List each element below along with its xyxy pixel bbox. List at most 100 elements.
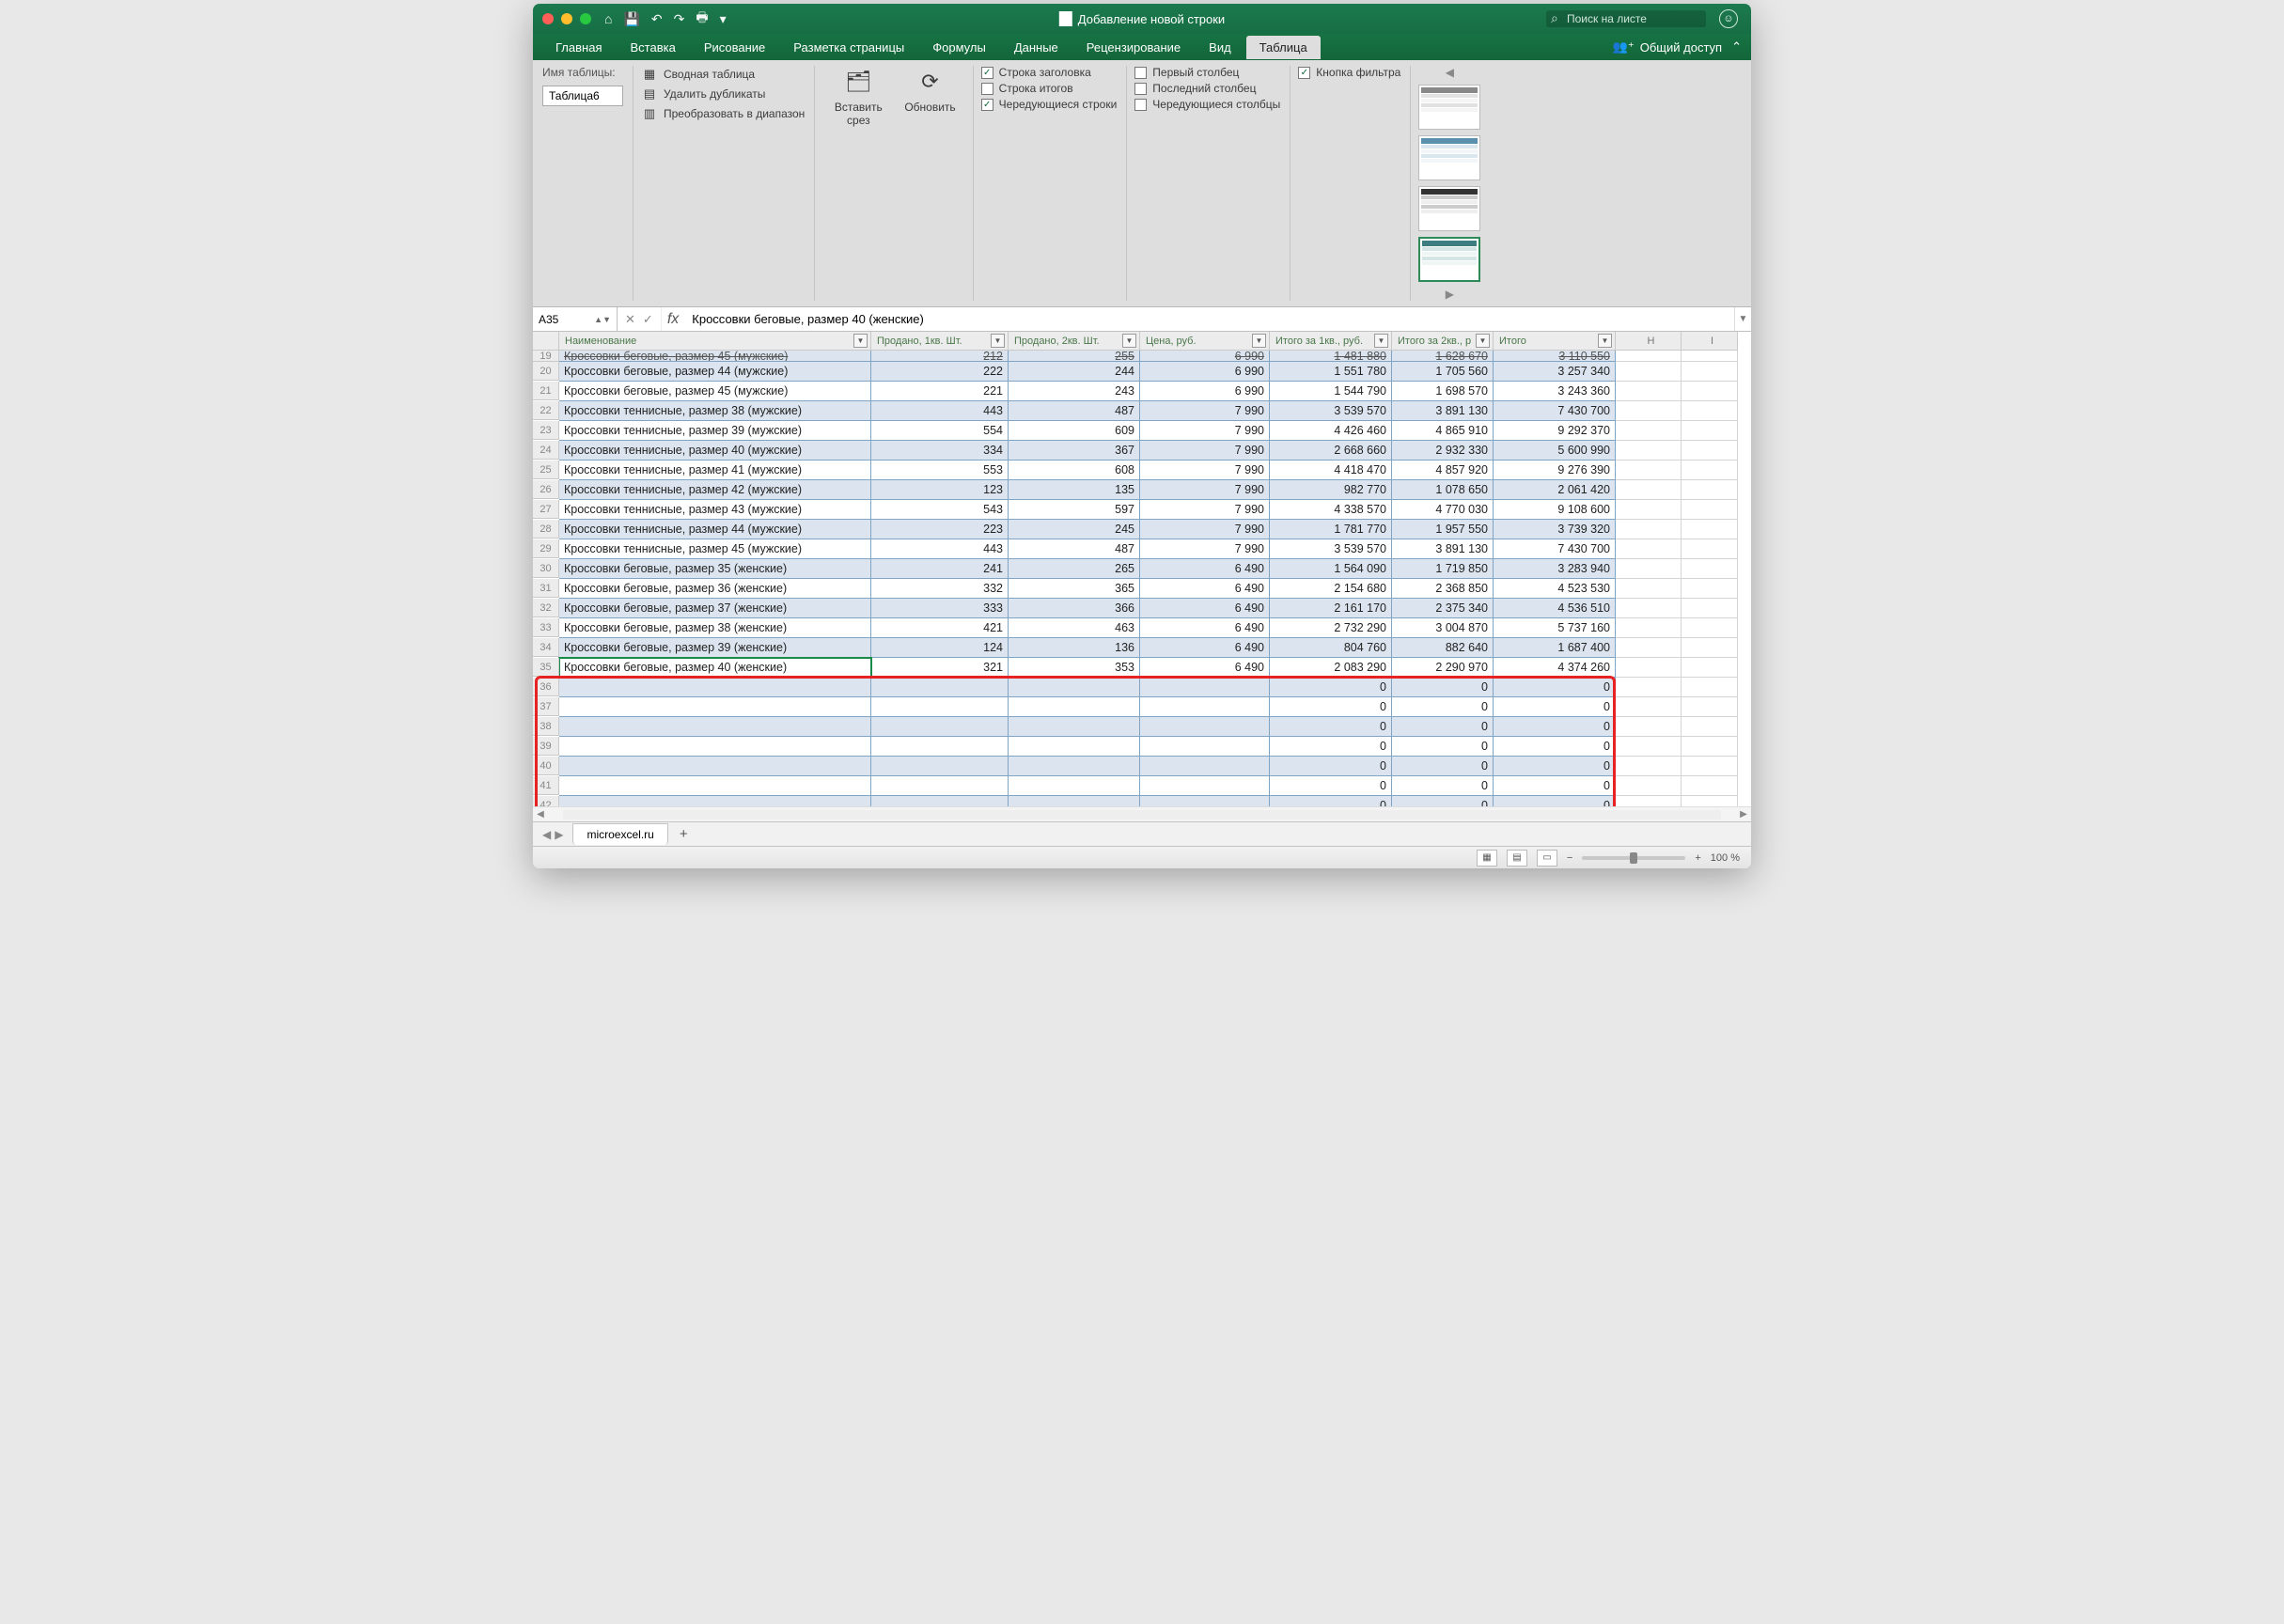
table-cell[interactable]: Кроссовки теннисные, размер 43 (мужские) bbox=[559, 500, 871, 520]
total-row-check[interactable]: Строка итогов bbox=[981, 82, 1118, 95]
table-cell[interactable]: 4 418 470 bbox=[1270, 461, 1392, 480]
table-cell[interactable]: 7 430 700 bbox=[1494, 539, 1616, 559]
tab-home[interactable]: Главная bbox=[542, 36, 615, 59]
table-cell[interactable]: 3 004 870 bbox=[1392, 618, 1494, 638]
table-cell[interactable]: 124 bbox=[871, 638, 1009, 658]
spreadsheet-grid[interactable]: Наименование▼Продано, 1кв. Шт.▼Продано, … bbox=[533, 332, 1751, 806]
column-header[interactable]: Цена, руб.▼ bbox=[1140, 332, 1270, 351]
filter-icon[interactable]: ▼ bbox=[1476, 334, 1490, 348]
tab-draw[interactable]: Рисование bbox=[691, 36, 778, 59]
tab-view[interactable]: Вид bbox=[1196, 36, 1244, 59]
table-cell[interactable]: 221 bbox=[871, 382, 1009, 401]
banded-rows-check[interactable]: Чередующиеся строки bbox=[981, 98, 1118, 111]
table-cell[interactable]: 6 490 bbox=[1140, 638, 1270, 658]
table-cell[interactable]: 443 bbox=[871, 401, 1009, 421]
column-header[interactable]: Итого за 2кв., р▼ bbox=[1392, 332, 1494, 351]
table-cell[interactable]: 7 990 bbox=[1140, 441, 1270, 461]
table-cell[interactable]: 7 990 bbox=[1140, 461, 1270, 480]
table-cell[interactable]: 2 161 170 bbox=[1270, 599, 1392, 618]
sheet-prev-icon[interactable]: ◀ bbox=[542, 828, 551, 841]
styles-prev-icon[interactable]: ◀ bbox=[1446, 66, 1454, 79]
table-cell[interactable]: 4 536 510 bbox=[1494, 599, 1616, 618]
filter-icon[interactable]: ▼ bbox=[1122, 334, 1136, 348]
search-input[interactable]: Поиск на листе bbox=[1546, 10, 1706, 27]
refresh-button[interactable]: ⟳ Обновить bbox=[897, 66, 962, 301]
table-cell[interactable]: 4 523 530 bbox=[1494, 579, 1616, 599]
name-box[interactable]: A35 ▲▼ bbox=[533, 307, 618, 331]
table-cell[interactable]: Кроссовки беговые, размер 40 (женские) bbox=[559, 658, 871, 678]
table-cell[interactable]: 1 698 570 bbox=[1392, 382, 1494, 401]
table-cell[interactable]: Кроссовки теннисные, размер 45 (мужские) bbox=[559, 539, 871, 559]
table-cell[interactable]: 135 bbox=[1009, 480, 1140, 500]
print-icon[interactable]: 🖶 bbox=[696, 8, 708, 30]
column-header[interactable]: I bbox=[1682, 332, 1738, 351]
table-cell[interactable]: 9 292 370 bbox=[1494, 421, 1616, 441]
table-style-1[interactable] bbox=[1418, 85, 1480, 130]
table-cell[interactable]: 2 732 290 bbox=[1270, 618, 1392, 638]
sheet-tab-1[interactable]: microexcel.ru bbox=[572, 823, 667, 845]
table-style-3[interactable] bbox=[1418, 186, 1480, 231]
table-cell[interactable]: 554 bbox=[871, 421, 1009, 441]
row-header[interactable]: 30 bbox=[533, 559, 559, 578]
table-cell[interactable]: Кроссовки беговые, размер 38 (женские) bbox=[559, 618, 871, 638]
table-cell[interactable]: 443 bbox=[871, 539, 1009, 559]
header-row-check[interactable]: Строка заголовка bbox=[981, 66, 1118, 79]
table-cell[interactable]: Кроссовки беговые, размер 39 (женские) bbox=[559, 638, 871, 658]
row-header[interactable]: 24 bbox=[533, 441, 559, 460]
table-cell[interactable]: 463 bbox=[1009, 618, 1140, 638]
table-cell[interactable]: 366 bbox=[1009, 599, 1140, 618]
table-cell[interactable]: Кроссовки теннисные, размер 38 (мужские) bbox=[559, 401, 871, 421]
table-cell[interactable]: 123 bbox=[871, 480, 1009, 500]
table-cell[interactable]: 367 bbox=[1009, 441, 1140, 461]
table-cell[interactable]: 1 544 790 bbox=[1270, 382, 1392, 401]
table-cell[interactable]: Кроссовки беговые, размер 35 (женские) bbox=[559, 559, 871, 579]
tab-layout[interactable]: Разметка страницы bbox=[780, 36, 917, 59]
table-cell[interactable]: 1 705 560 bbox=[1392, 362, 1494, 382]
filter-icon[interactable]: ▼ bbox=[853, 334, 868, 348]
table-cell[interactable]: 1 078 650 bbox=[1392, 480, 1494, 500]
table-cell[interactable]: 982 770 bbox=[1270, 480, 1392, 500]
qat-more-icon[interactable]: ▾ bbox=[720, 11, 727, 27]
row-header[interactable]: 27 bbox=[533, 500, 559, 519]
table-cell[interactable]: 7 990 bbox=[1140, 480, 1270, 500]
row-header[interactable]: 21 bbox=[533, 382, 559, 400]
cancel-formula-icon[interactable]: ✕ bbox=[625, 312, 635, 327]
table-cell[interactable]: 7 990 bbox=[1140, 421, 1270, 441]
window-minimize[interactable] bbox=[561, 13, 572, 24]
table-cell[interactable]: 1 551 780 bbox=[1270, 362, 1392, 382]
table-cell[interactable]: 487 bbox=[1009, 539, 1140, 559]
zoom-in-icon[interactable]: + bbox=[1695, 852, 1700, 864]
table-cell[interactable]: 3 891 130 bbox=[1392, 401, 1494, 421]
table-cell[interactable]: 353 bbox=[1009, 658, 1140, 678]
table-cell[interactable]: 4 865 910 bbox=[1392, 421, 1494, 441]
share-button[interactable]: 👥⁺ Общий доступ bbox=[1613, 39, 1722, 55]
table-cell[interactable]: 6 490 bbox=[1140, 658, 1270, 678]
table-cell[interactable]: 7 990 bbox=[1140, 401, 1270, 421]
formula-input[interactable]: Кроссовки беговые, размер 40 (женские) bbox=[684, 312, 1734, 326]
column-header[interactable]: Итого▼ bbox=[1494, 332, 1616, 351]
table-cell[interactable]: 1 719 850 bbox=[1392, 559, 1494, 579]
table-cell[interactable]: 2 668 660 bbox=[1270, 441, 1392, 461]
table-cell[interactable]: 4 338 570 bbox=[1270, 500, 1392, 520]
filter-icon[interactable]: ▼ bbox=[1374, 334, 1388, 348]
table-cell[interactable]: 3 739 320 bbox=[1494, 520, 1616, 539]
table-cell[interactable]: 243 bbox=[1009, 382, 1140, 401]
table-cell[interactable]: 882 640 bbox=[1392, 638, 1494, 658]
row-header[interactable]: 26 bbox=[533, 480, 559, 499]
table-cell[interactable]: 4 374 260 bbox=[1494, 658, 1616, 678]
sheet-next-icon[interactable]: ▶ bbox=[555, 828, 563, 841]
table-cell[interactable]: 553 bbox=[871, 461, 1009, 480]
scroll-right-icon[interactable]: ▶ bbox=[1736, 809, 1751, 820]
scroll-left-icon[interactable]: ◀ bbox=[533, 809, 548, 820]
table-cell[interactable]: 3 257 340 bbox=[1494, 362, 1616, 382]
column-header[interactable]: Продано, 1кв. Шт.▼ bbox=[871, 332, 1009, 351]
table-cell[interactable]: 543 bbox=[871, 500, 1009, 520]
namebox-dropdown-icon[interactable]: ▲▼ bbox=[594, 315, 611, 324]
fx-icon[interactable]: fx bbox=[662, 311, 684, 328]
table-cell[interactable]: 5 600 990 bbox=[1494, 441, 1616, 461]
table-cell[interactable]: 136 bbox=[1009, 638, 1140, 658]
table-cell[interactable]: 9 276 390 bbox=[1494, 461, 1616, 480]
styles-next-icon[interactable]: ▶ bbox=[1446, 288, 1454, 301]
table-style-4[interactable] bbox=[1418, 237, 1480, 282]
tablename-input[interactable] bbox=[542, 86, 623, 106]
